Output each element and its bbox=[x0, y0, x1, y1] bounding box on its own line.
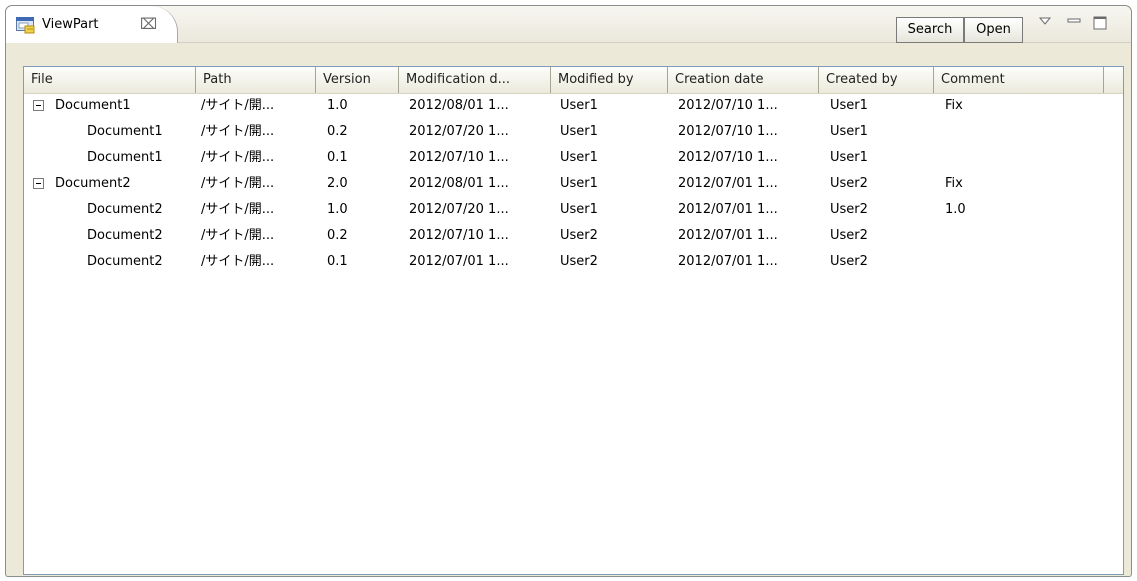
column-header-created-by[interactable]: Created by bbox=[819, 67, 934, 93]
cell-modified-by: User1 bbox=[560, 124, 598, 139]
maximize-icon[interactable] bbox=[1091, 15, 1109, 31]
cell-created: 2012/07/01 1... bbox=[678, 254, 778, 269]
cell-comment: 1.0 bbox=[945, 202, 966, 217]
cell-modified-by: User1 bbox=[560, 98, 598, 113]
cell-version: 0.1 bbox=[327, 254, 348, 269]
cell-modified: 2012/07/01 1... bbox=[409, 254, 509, 269]
cell-path: /サイト/開... bbox=[201, 98, 275, 113]
cell-modified-by: User2 bbox=[560, 228, 598, 243]
versions-table[interactable]: File Path Version Modification d... Modi… bbox=[23, 66, 1124, 575]
column-header-path[interactable]: Path bbox=[196, 67, 316, 93]
cell-modified: 2012/07/10 1... bbox=[409, 228, 509, 243]
cell-created-by: User1 bbox=[830, 98, 868, 113]
cell-file: Document2 bbox=[87, 202, 163, 217]
cell-created: 2012/07/01 1... bbox=[678, 202, 778, 217]
cell-path: /サイト/開... bbox=[201, 228, 275, 243]
cell-created-by: User2 bbox=[830, 202, 868, 217]
cell-modified-by: User1 bbox=[560, 202, 598, 217]
tab-title: ViewPart bbox=[42, 17, 99, 32]
cell-created-by: User1 bbox=[830, 150, 868, 165]
cell-comment: Fix bbox=[945, 176, 963, 191]
cell-version: 2.0 bbox=[327, 176, 348, 191]
cell-file: Document2 bbox=[55, 176, 131, 191]
cell-version: 0.2 bbox=[327, 124, 348, 139]
cell-file: Document1 bbox=[55, 98, 131, 113]
column-header-modified-by[interactable]: Modified by bbox=[551, 67, 668, 93]
cell-created: 2012/07/01 1... bbox=[678, 228, 778, 243]
column-header-comment[interactable]: Comment bbox=[934, 67, 1104, 93]
cell-file: Document1 bbox=[87, 124, 163, 139]
cell-modified: 2012/07/10 1... bbox=[409, 150, 509, 165]
cell-created: 2012/07/01 1... bbox=[678, 176, 778, 191]
cell-file: Document2 bbox=[87, 228, 163, 243]
cell-file: Document1 bbox=[87, 150, 163, 165]
column-header-creation-date[interactable]: Creation date bbox=[668, 67, 819, 93]
cell-path: /サイト/開... bbox=[201, 176, 275, 191]
column-header-file[interactable]: File bbox=[24, 67, 196, 93]
cell-version: 0.2 bbox=[327, 228, 348, 243]
close-icon[interactable]: ⌧ bbox=[140, 16, 157, 32]
column-header-version[interactable]: Version bbox=[316, 67, 399, 93]
cell-modified-by: User1 bbox=[560, 176, 598, 191]
table-row[interactable]: Document1/サイト/開... 0.1 2012/07/10 1... User… bbox=[24, 145, 1123, 171]
cell-version: 1.0 bbox=[327, 202, 348, 217]
cell-path: /サイト/開... bbox=[201, 150, 275, 165]
cell-created-by: User2 bbox=[830, 176, 868, 191]
view-part: ViewPart ⌧ Search Open File Path Version… bbox=[5, 5, 1132, 577]
cell-file: Document2 bbox=[87, 254, 163, 269]
table-row[interactable]: Document2/サイト/開... 1.0 2012/07/20 1... User… bbox=[24, 197, 1123, 223]
table-row[interactable]: Document2/サイト/開... 0.1 2012/07/01 1... User… bbox=[24, 249, 1123, 275]
table-header: File Path Version Modification d... Modi… bbox=[24, 67, 1123, 94]
tab-viewpart[interactable]: ViewPart ⌧ bbox=[6, 6, 178, 43]
table-row[interactable]: Document1/サイト/開... 1.0 2012/08/01 1... User… bbox=[24, 93, 1123, 119]
cell-modified: 2012/08/01 1... bbox=[409, 98, 509, 113]
table-row[interactable]: Document2/サイト/開... 0.2 2012/07/10 1... User… bbox=[24, 223, 1123, 249]
view-titlebar: ViewPart ⌧ Search Open bbox=[6, 6, 1131, 43]
table-row[interactable]: Document2/サイト/開... 2.0 2012/08/01 1... User… bbox=[24, 171, 1123, 197]
cell-path: /サイト/開... bbox=[201, 254, 275, 269]
cell-created: 2012/07/10 1... bbox=[678, 150, 778, 165]
cell-created-by: User2 bbox=[830, 228, 868, 243]
column-header-modification-date[interactable]: Modification d... bbox=[399, 67, 551, 93]
cell-path: /サイト/開... bbox=[201, 124, 275, 139]
cell-comment: Fix bbox=[945, 98, 963, 113]
cell-modified-by: User1 bbox=[560, 150, 598, 165]
cell-version: 0.1 bbox=[327, 150, 348, 165]
table-row[interactable]: Document1/サイト/開... 0.2 2012/07/20 1... User… bbox=[24, 119, 1123, 145]
cell-path: /サイト/開... bbox=[201, 202, 275, 217]
cell-created: 2012/07/10 1... bbox=[678, 124, 778, 139]
cell-created-by: User2 bbox=[830, 254, 868, 269]
cell-modified: 2012/07/20 1... bbox=[409, 124, 509, 139]
view-menu-icon[interactable] bbox=[1036, 15, 1054, 31]
open-button[interactable]: Open bbox=[964, 17, 1023, 43]
cell-modified: 2012/07/20 1... bbox=[409, 202, 509, 217]
view-icon bbox=[16, 17, 35, 34]
cell-modified-by: User2 bbox=[560, 254, 598, 269]
cell-modified: 2012/08/01 1... bbox=[409, 176, 509, 191]
cell-version: 1.0 bbox=[327, 98, 348, 113]
collapse-icon[interactable] bbox=[33, 178, 44, 189]
collapse-icon[interactable] bbox=[33, 100, 44, 111]
minimize-icon[interactable] bbox=[1065, 15, 1083, 31]
search-button[interactable]: Search bbox=[896, 17, 964, 43]
cell-created-by: User1 bbox=[830, 124, 868, 139]
cell-created: 2012/07/10 1... bbox=[678, 98, 778, 113]
